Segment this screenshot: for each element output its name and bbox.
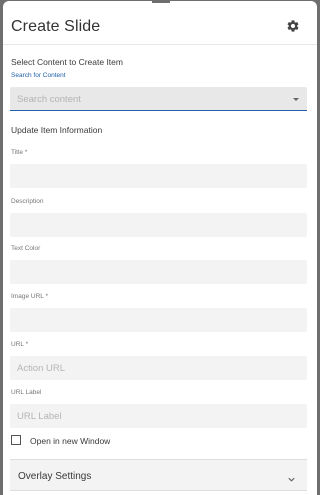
url-placeholder: Action URL — [17, 363, 66, 374]
text-color-field[interactable] — [10, 260, 307, 284]
update-item-label: Update Item Information — [11, 125, 103, 135]
open-new-window-label[interactable]: Open in new Window — [30, 436, 110, 446]
title-field[interactable] — [10, 164, 307, 188]
page-title: Create Slide — [11, 18, 101, 35]
overlay-settings-label: Overlay Settings — [18, 471, 92, 482]
search-content-placeholder: Search content — [17, 94, 81, 105]
gear-icon[interactable] — [286, 19, 300, 33]
image-url-label: Image URL * — [11, 293, 48, 300]
image-url-field[interactable] — [10, 308, 307, 332]
description-field[interactable] — [10, 213, 307, 237]
url-label: URL * — [11, 341, 29, 348]
search-content-select[interactable]: Search content — [10, 87, 307, 111]
description-label: Description — [11, 198, 44, 205]
url-label-placeholder: URL Label — [17, 411, 62, 422]
url-field[interactable]: Action URL — [10, 356, 307, 380]
overlay-settings-accordion[interactable]: Overlay Settings — [10, 459, 307, 491]
dropdown-caret-icon — [293, 98, 299, 101]
create-slide-panel: Create Slide Select Content to Create It… — [3, 1, 317, 495]
search-for-content-link[interactable]: Search for Content — [11, 72, 66, 79]
text-color-label: Text Color — [11, 245, 41, 252]
url-label-field[interactable]: URL Label — [10, 404, 307, 428]
open-new-window-checkbox[interactable] — [11, 435, 21, 445]
url-label-label: URL Label — [11, 389, 42, 396]
panel-header: Create Slide — [3, 1, 317, 45]
top-notch — [152, 0, 170, 3]
chevron-down-icon — [287, 471, 296, 482]
select-content-label: Select Content to Create Item — [11, 57, 123, 67]
title-label: Title * — [11, 149, 28, 156]
